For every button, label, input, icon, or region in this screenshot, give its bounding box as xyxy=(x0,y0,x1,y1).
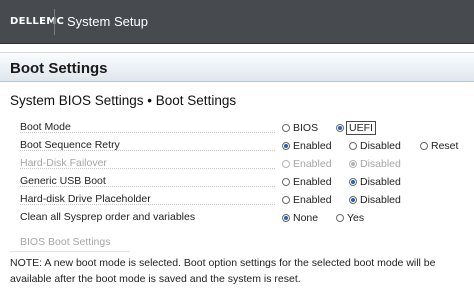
option-enabled[interactable]: Enabled xyxy=(282,192,332,208)
leader-dots xyxy=(20,150,275,151)
option-enabled[interactable]: Enabled xyxy=(282,174,332,190)
option-bios[interactable]: BIOS xyxy=(282,120,318,136)
setting-row-hard-disk-drive-placeholder: Hard-disk Drive Placeholder Enabled Disa… xyxy=(0,191,474,209)
option-label: Reset xyxy=(431,140,459,152)
option-label: UEFI xyxy=(346,121,376,135)
setting-label: Clean all Sysprep order and variables xyxy=(20,211,196,223)
setting-row-clean-sysprep: Clean all Sysprep order and variables No… xyxy=(0,209,474,227)
setting-row-boot-sequence-retry: Boot Sequence Retry Enabled Disabled Res… xyxy=(0,137,474,155)
option-label: Enabled xyxy=(293,194,332,206)
radio-icon xyxy=(282,124,290,132)
setting-row-hard-disk-failover: Hard-Disk Failover Enabled Disabled xyxy=(0,155,474,173)
leader-dots xyxy=(20,168,275,169)
radio-selected-icon xyxy=(349,196,357,204)
option-uefi[interactable]: UEFI xyxy=(336,120,376,136)
radio-icon xyxy=(282,196,290,204)
radio-icon xyxy=(349,142,357,150)
radio-icon xyxy=(282,160,290,168)
option-label: Enabled xyxy=(293,158,332,170)
title-bar: DELLEMC System Setup xyxy=(0,0,474,44)
option-disabled[interactable]: Disabled xyxy=(349,192,401,208)
divider xyxy=(10,251,130,252)
page-title: Boot Settings xyxy=(10,60,108,77)
option-enabled[interactable]: Enabled xyxy=(282,138,332,154)
option-label: None xyxy=(293,212,319,224)
option-yes[interactable]: Yes xyxy=(336,210,364,226)
dell-emc-logo: DELLEMC xyxy=(10,16,65,27)
radio-selected-icon xyxy=(336,124,344,132)
radio-icon xyxy=(336,214,344,222)
setting-row-generic-usb-boot: Generic USB Boot Enabled Disabled xyxy=(0,173,474,191)
leader-dots xyxy=(20,186,275,187)
option-label: Disabled xyxy=(360,140,401,152)
option-reset[interactable]: Reset xyxy=(420,138,458,154)
leader-dots xyxy=(20,132,275,133)
option-label: Enabled xyxy=(293,176,332,188)
leader-dots xyxy=(20,204,275,205)
bios-boot-settings-link: BIOS Boot Settings xyxy=(20,236,111,248)
option-label: Enabled xyxy=(293,140,332,152)
radio-selected-icon xyxy=(282,142,290,150)
setting-row-boot-mode: Boot Mode BIOS UEFI xyxy=(0,119,474,137)
radio-selected-icon xyxy=(282,214,290,222)
option-label: BIOS xyxy=(293,122,319,134)
section-title: System BIOS Settings • Boot Settings xyxy=(10,93,237,108)
option-disabled[interactable]: Disabled xyxy=(349,174,401,190)
option-enabled: Enabled xyxy=(282,156,332,172)
option-label: Yes xyxy=(347,212,365,224)
radio-icon xyxy=(282,178,290,186)
radio-selected-icon xyxy=(349,160,357,168)
option-label: Disabled xyxy=(360,176,401,188)
page-header: Boot Settings xyxy=(0,52,474,82)
title-separator xyxy=(54,9,55,35)
settings-panel: System BIOS Settings • Boot Settings Boo… xyxy=(0,82,474,305)
option-disabled: Disabled xyxy=(349,156,401,172)
radio-selected-icon xyxy=(349,178,357,186)
radio-icon xyxy=(420,142,428,150)
option-label: Disabled xyxy=(360,158,401,170)
option-none[interactable]: None xyxy=(282,210,318,226)
option-disabled[interactable]: Disabled xyxy=(349,138,401,154)
app-title: System Setup xyxy=(67,14,148,29)
boot-mode-note: NOTE: A new boot mode is selected. Boot … xyxy=(10,257,436,285)
option-label: Disabled xyxy=(360,194,401,206)
